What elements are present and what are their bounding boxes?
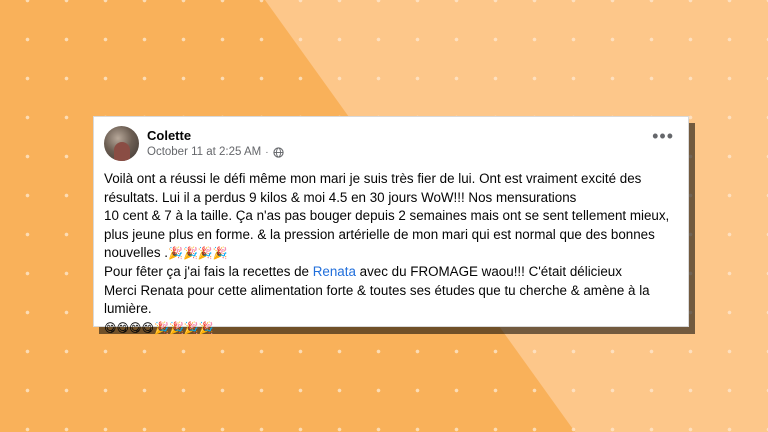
post-text-line: Voilà ont a réussi le défi même mon mari…	[104, 171, 642, 186]
meta-separator: ·	[265, 146, 269, 158]
mention-link-renata[interactable]: Renata	[313, 264, 356, 279]
recipe-text-before: Pour fêter ça j'ai fais la recettes de	[104, 263, 313, 279]
party-popper-emoji: 🎉🎉🎉🎉	[168, 246, 228, 261]
recipe-line: Pour fêter ça j'ai fais la recettes de R…	[104, 263, 679, 282]
post-text-line-with-emoji: nouvelles .🎉🎉🎉🎉	[104, 244, 679, 263]
post-timestamp[interactable]: October 11 at 2:25 AM	[147, 146, 261, 158]
post-body: Voilà ont a réussi le défi même mon mari…	[104, 170, 679, 337]
thanks-line: lumière.	[104, 301, 152, 317]
post-meta: October 11 at 2:25 AM ·	[147, 146, 284, 158]
globe-icon	[272, 146, 284, 158]
post-text-line: plus jeune plus en forme. & la pression …	[104, 226, 655, 242]
post-text-line: 10 cent & 7 à la taille. Ça n'as pas bou…	[104, 208, 670, 224]
avatar[interactable]	[104, 126, 139, 161]
thanks-line: Merci Renata pour cette alimentation for…	[104, 282, 650, 298]
post-text-line: résultats. Lui il a perdus 9 kilos & moi…	[104, 189, 577, 205]
emoji-line: 😋😋😋😋🎉🎉🎉🎉	[104, 320, 214, 335]
facebook-post-card: Colette October 11 at 2:25 AM · ••• Voil…	[93, 116, 689, 335]
recipe-text-after: avec du FROMAGE waou!!! C'était délicieu…	[355, 263, 622, 279]
post-text: nouvelles .	[104, 245, 169, 261]
more-options-icon[interactable]: •••	[652, 127, 674, 145]
post-author[interactable]: Colette	[147, 128, 191, 143]
